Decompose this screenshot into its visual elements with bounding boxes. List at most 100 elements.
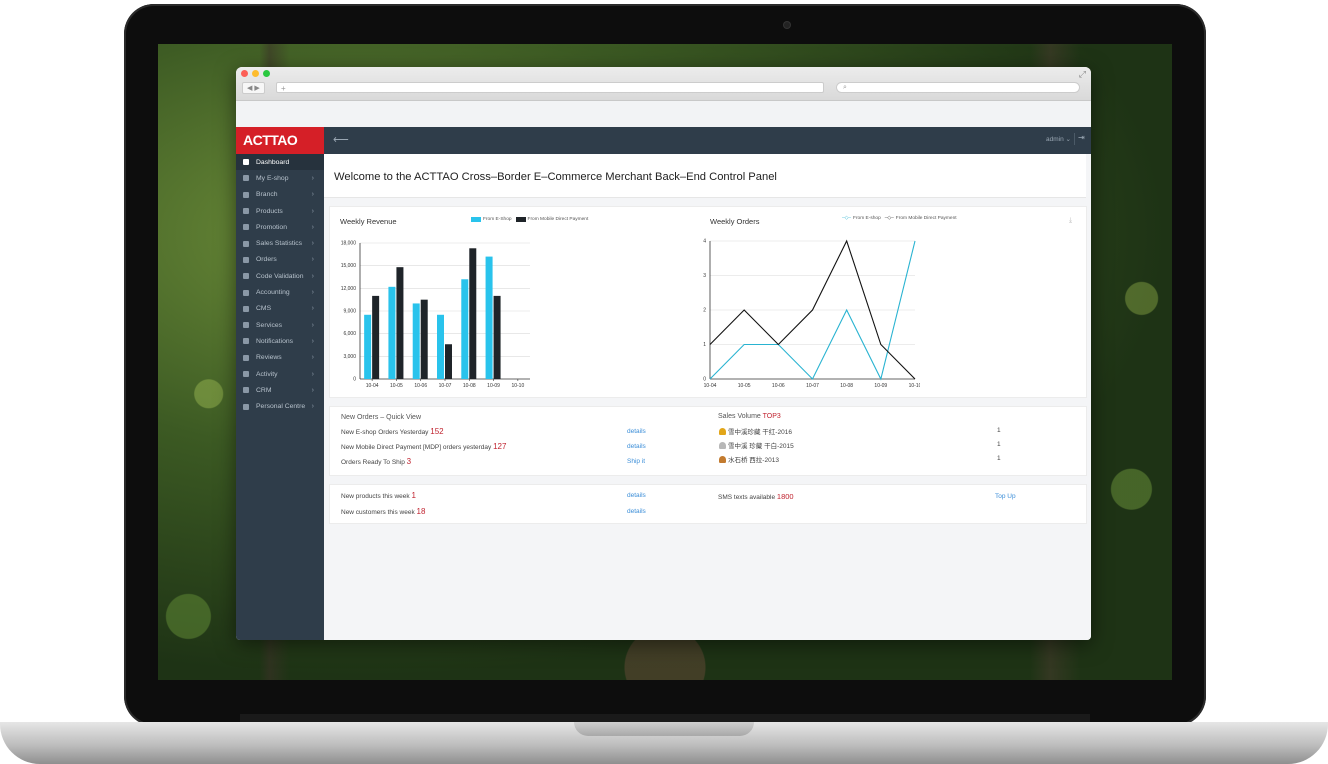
x-tick-label: 10-10 xyxy=(511,383,524,389)
weekly-stat-count: 1 xyxy=(411,491,416,500)
user-menu[interactable]: admin ⌄ xyxy=(1046,135,1071,143)
logout-icon[interactable]: ⇥ xyxy=(1074,133,1088,145)
revenue-chart-title: Weekly Revenue xyxy=(340,217,397,226)
sidebar-item-crm[interactable]: CRM › xyxy=(236,382,324,398)
chevron-right-icon: › xyxy=(311,289,314,297)
sidebar-item-reviews[interactable]: Reviews › xyxy=(236,350,324,366)
y-tick-label: 1 xyxy=(703,342,706,348)
details-link[interactable]: details xyxy=(627,492,646,499)
bar-mdp xyxy=(445,344,452,379)
maximize-window-icon[interactable] xyxy=(263,70,270,77)
chevron-right-icon: › xyxy=(311,403,314,411)
details-link[interactable]: details xyxy=(627,428,646,435)
back-arrow-icon[interactable]: ⟵ xyxy=(333,133,349,146)
sidebar-item-dashboard[interactable]: Dashboard xyxy=(236,154,324,171)
ship-it-link[interactable]: Ship it xyxy=(627,458,645,465)
browser-toolbar: ◀ ▶ + ⌕ ⤢ xyxy=(236,67,1091,101)
top-up-link[interactable]: Top Up xyxy=(995,493,1016,500)
legend-swatch-eshop xyxy=(471,217,481,222)
sidebar-item-accounting[interactable]: Accounting › xyxy=(236,284,324,300)
sidebar-item-code-validation[interactable]: Code Validation › xyxy=(236,268,324,284)
legend-marker-eshop-icon: –◇– xyxy=(842,216,852,221)
sidebar-item-label: Products xyxy=(256,207,283,215)
trophy-icon xyxy=(719,442,726,449)
y-tick-label: 3 xyxy=(703,273,706,279)
legend-swatch-mdp xyxy=(515,217,526,222)
sidebar-item-sales-statistics[interactable]: Sales Statistics › xyxy=(236,235,324,251)
orders-legend: –◇– From E-shop –◇– From Mobile Direct Pay… xyxy=(842,216,957,221)
y-tick-label: 6,000 xyxy=(343,331,356,337)
sidebar-item-label: Code Validation xyxy=(256,272,304,280)
sidebar-item-activity[interactable]: Activity › xyxy=(236,366,324,382)
product-name: 雪中溪珍藏 干红-2016 xyxy=(728,429,792,436)
sms-count: 1800 xyxy=(776,492,794,501)
close-window-icon[interactable] xyxy=(241,70,248,77)
products-icon xyxy=(243,208,249,215)
chevron-right-icon: › xyxy=(311,240,314,248)
y-tick-label: 12,000 xyxy=(341,286,357,292)
main-content: Welcome to the ACTTAO Cross–Border E–Com… xyxy=(324,154,1091,640)
quick-view-row: New Mobile Direct Payment [MDP] orders y… xyxy=(341,442,506,451)
sidebar-item-my-e-shop[interactable]: My E-shop › xyxy=(236,170,324,186)
sidebar-item-branch[interactable]: Branch › xyxy=(236,187,324,203)
x-tick-label: 10-06 xyxy=(772,383,785,389)
download-icon[interactable]: ⤓ xyxy=(1069,217,1072,225)
charts-panel: Weekly Revenue From E-Shop From Mobile D… xyxy=(329,206,1087,398)
sidebar-item-promotion[interactable]: Promotion › xyxy=(236,219,324,235)
browser-search-input[interactable]: ⌕ xyxy=(836,82,1080,93)
back-forward-buttons[interactable]: ◀ ▶ xyxy=(242,82,265,94)
url-bar[interactable]: + xyxy=(276,82,824,93)
bar-eshop xyxy=(388,286,396,379)
quick-view-title: New Orders – Quick View xyxy=(341,414,422,421)
x-tick-label: 10-06 xyxy=(414,383,427,389)
details-link[interactable]: details xyxy=(627,443,646,450)
x-tick-label: 10-05 xyxy=(390,383,403,389)
legend-marker-mdp-icon: –◇– xyxy=(884,216,894,221)
sidebar-item-notifications[interactable]: Notifications › xyxy=(236,333,324,349)
legend-label-eshop: From E-Shop xyxy=(483,217,512,222)
product-quantity: 1 xyxy=(997,441,1001,448)
sidebar-item-orders[interactable]: Orders › xyxy=(236,252,324,268)
x-tick-label: 10-08 xyxy=(840,383,853,389)
weekly-stat-count: 18 xyxy=(416,507,426,516)
sidebar-item-cms[interactable]: CMS › xyxy=(236,301,324,317)
product-quantity: 1 xyxy=(997,427,1001,434)
trophy-icon xyxy=(719,456,726,463)
chevron-right-icon: › xyxy=(311,337,314,345)
weekly-revenue-chart: 0 3,000 6,000 9,000 12,000 15,000 18,000 10-04 1… xyxy=(341,241,530,389)
accounting-icon xyxy=(243,289,249,296)
page-title: Welcome to the ACTTAO Cross–Border E–Com… xyxy=(334,171,777,183)
top-bar: ⟵ admin ⌄ ⇥ xyxy=(324,127,1091,154)
code-icon xyxy=(243,273,249,280)
sidebar-item-label: Services xyxy=(256,321,283,329)
revenue-legend: From E-Shop From Mobile Direct Payment xyxy=(471,217,588,222)
y-tick-label: 18,000 xyxy=(341,241,357,247)
x-tick-label: 10-04 xyxy=(704,383,717,389)
reviews-icon xyxy=(243,354,249,361)
details-link[interactable]: details xyxy=(627,508,646,515)
browser-window: ◀ ▶ + ⌕ ⤢ ACTTAO Dashboard My E-shop › Bran… xyxy=(236,67,1091,640)
product-name: 雪中溪 珍藏 干白-2015 xyxy=(728,443,794,450)
weekly-stat-row: New products this week 1 xyxy=(341,491,416,500)
x-tick-label: 10-10 xyxy=(909,383,920,389)
camera-icon xyxy=(784,22,790,28)
minimize-window-icon[interactable] xyxy=(252,70,259,77)
sidebar-item-personal-centre[interactable]: Personal Centre › xyxy=(236,398,324,414)
acttao-logo[interactable]: ACTTAO xyxy=(236,127,324,154)
sidebar-item-label: My E-shop xyxy=(256,174,289,182)
fullscreen-icon[interactable]: ⤢ xyxy=(1079,69,1086,80)
sales-top-title-text: Sales Volume xyxy=(718,413,761,420)
bar-mdp xyxy=(469,248,477,379)
weekly-stats-panel: New products this week 1 details New custo… xyxy=(329,484,1087,524)
chevron-down-icon: ⌄ xyxy=(1065,136,1071,143)
product-name: 水石桥 西拉-2013 xyxy=(728,457,779,464)
y-tick-label: 0 xyxy=(353,377,356,383)
legend-label-eshop: From E-shop xyxy=(853,216,881,221)
sidebar-item-services[interactable]: Services › xyxy=(236,317,324,333)
y-tick-label: 15,000 xyxy=(341,263,357,269)
bar-eshop xyxy=(364,314,372,379)
quick-view-label: New Mobile Direct Payment [MDP] orders y… xyxy=(341,444,492,451)
browser-bookmarks-bar xyxy=(236,101,1091,128)
bar-eshop xyxy=(437,314,444,379)
sidebar-item-products[interactable]: Products › xyxy=(236,203,324,219)
